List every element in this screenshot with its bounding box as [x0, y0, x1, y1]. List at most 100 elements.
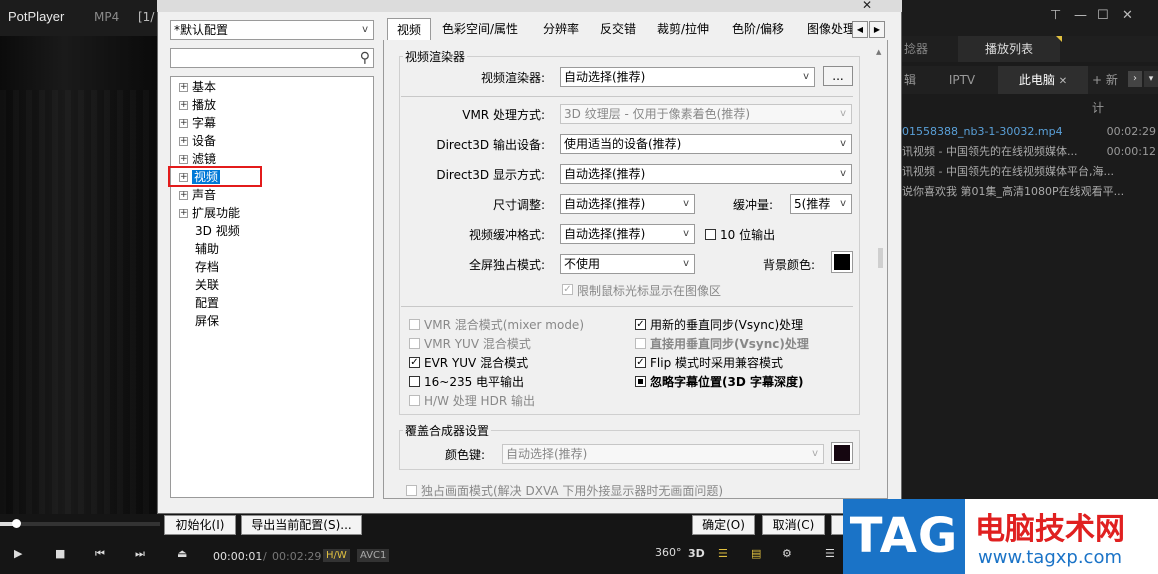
tree-item-label: 声音 [192, 188, 217, 202]
expand-icon[interactable]: + [179, 137, 188, 146]
player-logo[interactable]: PotPlayer [8, 9, 64, 24]
tree-item[interactable]: + 声音 [179, 186, 240, 204]
chevron-right-icon[interactable]: › [1128, 71, 1142, 87]
colorkey-swatch[interactable] [831, 442, 853, 464]
tree-item[interactable]: + 扩展功能 [179, 204, 240, 222]
gear-icon[interactable]: ⚙ [782, 547, 792, 560]
exclusive-checkbox[interactable] [406, 485, 417, 496]
previous-icon[interactable]: ⏮ [95, 547, 105, 561]
tree-item[interactable]: + 设备 [179, 132, 240, 150]
tab-colorspace[interactable]: 色彩空间/属性 [442, 18, 518, 40]
ok-button[interactable]: 确定(O) [692, 515, 755, 535]
tree-item[interactable]: 存档 [179, 258, 240, 276]
tree-item[interactable]: + 字幕 [179, 114, 240, 132]
playlist-row[interactable]: 01558388_nb3-1-30032.mp4 00:02:29 [902, 122, 1158, 142]
tree-item[interactable]: + 基本 [179, 78, 240, 96]
tab-playlist[interactable]: 播放列表 [958, 36, 1060, 62]
tree-item[interactable]: 屏保 [179, 312, 240, 330]
maximize-icon[interactable]: ☐ [1097, 8, 1109, 23]
bgcolor-swatch[interactable] [831, 251, 853, 273]
buffer-format-select[interactable]: 自动选择(推荐) v [560, 224, 695, 244]
init-button[interactable]: 初始化(I) [164, 515, 236, 535]
option-checkbox[interactable] [635, 376, 646, 387]
codec-badge[interactable]: AVC1 [357, 549, 390, 562]
tab-levels[interactable]: 色阶/偏移 [732, 18, 784, 40]
renderer-select[interactable]: 自动选择(推荐) v [560, 67, 815, 87]
subtab-this-pc[interactable]: 此电脑 ✕ [998, 66, 1088, 94]
option-checkbox[interactable] [409, 395, 420, 406]
expand-icon[interactable]: + [179, 209, 188, 218]
stop-icon[interactable]: ■ [55, 547, 65, 560]
playlist-row[interactable]: 说你喜欢我 第01集_高清1080P在线观看平... [902, 182, 1158, 202]
seek-knob[interactable] [12, 519, 21, 528]
scroll-thumb[interactable] [878, 248, 883, 268]
tab-resolution[interactable]: 分辨率 [543, 18, 579, 40]
option-checkbox[interactable] [635, 319, 646, 330]
vr-360-button[interactable]: 360° [655, 546, 682, 559]
settings-search-input[interactable]: ⚲ [170, 48, 374, 68]
hw-badge[interactable]: H/W [323, 549, 350, 562]
renderer-options-button[interactable]: ... [823, 66, 853, 86]
tree-item[interactable]: + 视频 [179, 168, 240, 186]
playlist-search-icon[interactable]: ☰ [718, 547, 728, 560]
option-checkbox[interactable] [635, 338, 646, 349]
playlist-row[interactable]: 讯视频 - 中国领先的在线视频媒体... 00:00:12 [902, 142, 1158, 162]
chevron-down-icon[interactable]: ▾ [1144, 71, 1158, 87]
tree-item[interactable]: + 滤镜 [179, 150, 240, 168]
expand-icon[interactable]: + [179, 173, 188, 182]
cancel-button[interactable]: 取消(C) [762, 515, 825, 535]
close-tab-icon[interactable]: ✕ [1059, 76, 1067, 87]
close-icon[interactable]: ✕ [1122, 8, 1133, 23]
tree-item[interactable]: 3D 视频 [179, 222, 240, 240]
tree-item[interactable]: + 播放 [179, 96, 240, 114]
eject-icon[interactable]: ⏏ [177, 547, 187, 560]
3d-button[interactable]: 3D [688, 547, 705, 560]
buffer-select[interactable]: 5(推荐 v [790, 194, 852, 214]
d3d-display-select[interactable]: 自动选择(推荐) v [560, 164, 852, 184]
tree-item[interactable]: 配置 [179, 294, 240, 312]
tab-video[interactable]: 视频 [387, 18, 431, 40]
option-checkbox[interactable] [409, 357, 420, 368]
option-checkbox[interactable] [409, 338, 420, 349]
option-checkbox[interactable] [409, 319, 420, 330]
minimize-icon[interactable]: — [1074, 8, 1087, 23]
expand-icon[interactable]: + [179, 101, 188, 110]
tree-item[interactable]: 辅助 [179, 240, 240, 258]
tab-scroll-left[interactable]: ◀ [852, 21, 868, 38]
expand-icon[interactable]: + [179, 155, 188, 164]
d3d-output-select[interactable]: 使用适当的设备(推荐) v [560, 134, 852, 154]
tab-crop[interactable]: 裁剪/拉伸 [657, 18, 709, 40]
tab-image-processing[interactable]: 图像处理 [807, 18, 853, 40]
subtab-new[interactable]: + 新计 [1092, 66, 1128, 115]
subtab-iptv[interactable]: IPTV [926, 66, 998, 94]
dialog-close-icon[interactable]: ✕ [862, 0, 872, 12]
play-icon[interactable]: ▶ [14, 547, 22, 560]
pin-icon[interactable]: ⊤ [1050, 8, 1061, 23]
search-icon[interactable]: ⚲ [360, 49, 370, 67]
vmr-select[interactable]: 3D 纹理层 - 仅用于像素着色(推荐) v [560, 104, 852, 124]
seek-bar[interactable] [0, 522, 160, 526]
expand-icon[interactable]: + [179, 83, 188, 92]
colorkey-select[interactable]: 自动选择(推荐) v [502, 444, 824, 464]
tree-item[interactable]: 关联 [179, 276, 240, 294]
option-checkbox[interactable] [409, 376, 420, 387]
expand-icon[interactable]: + [179, 191, 188, 200]
panel-scrollbar[interactable] [874, 42, 886, 497]
expand-icon[interactable]: + [179, 119, 188, 128]
export-config-button[interactable]: 导出当前配置(S)... [241, 515, 362, 535]
profile-select[interactable]: *默认配置 v [170, 20, 374, 40]
tenbit-checkbox[interactable] [705, 229, 716, 240]
tab-prev[interactable]: 捻器 [902, 36, 958, 62]
option-checkbox[interactable] [635, 357, 646, 368]
fullscreen-select[interactable]: 不使用 v [560, 254, 695, 274]
resize-select[interactable]: 自动选择(推荐) v [560, 194, 695, 214]
notes-icon[interactable]: ▤ [751, 547, 761, 560]
subtab-edit[interactable]: 辑 [902, 66, 926, 94]
scroll-up-icon[interactable]: ▲ [876, 48, 881, 56]
limit-mouse-checkbox[interactable] [562, 284, 573, 295]
tab-deinterlace[interactable]: 反交错 [600, 18, 636, 40]
tab-scroll-right[interactable]: ▶ [869, 21, 885, 38]
menu-icon[interactable]: ☰ [825, 547, 835, 560]
next-icon[interactable]: ⏭ [135, 547, 145, 561]
playlist-row[interactable]: 讯视频 - 中国领先的在线视频媒体平台,海... [902, 162, 1158, 182]
